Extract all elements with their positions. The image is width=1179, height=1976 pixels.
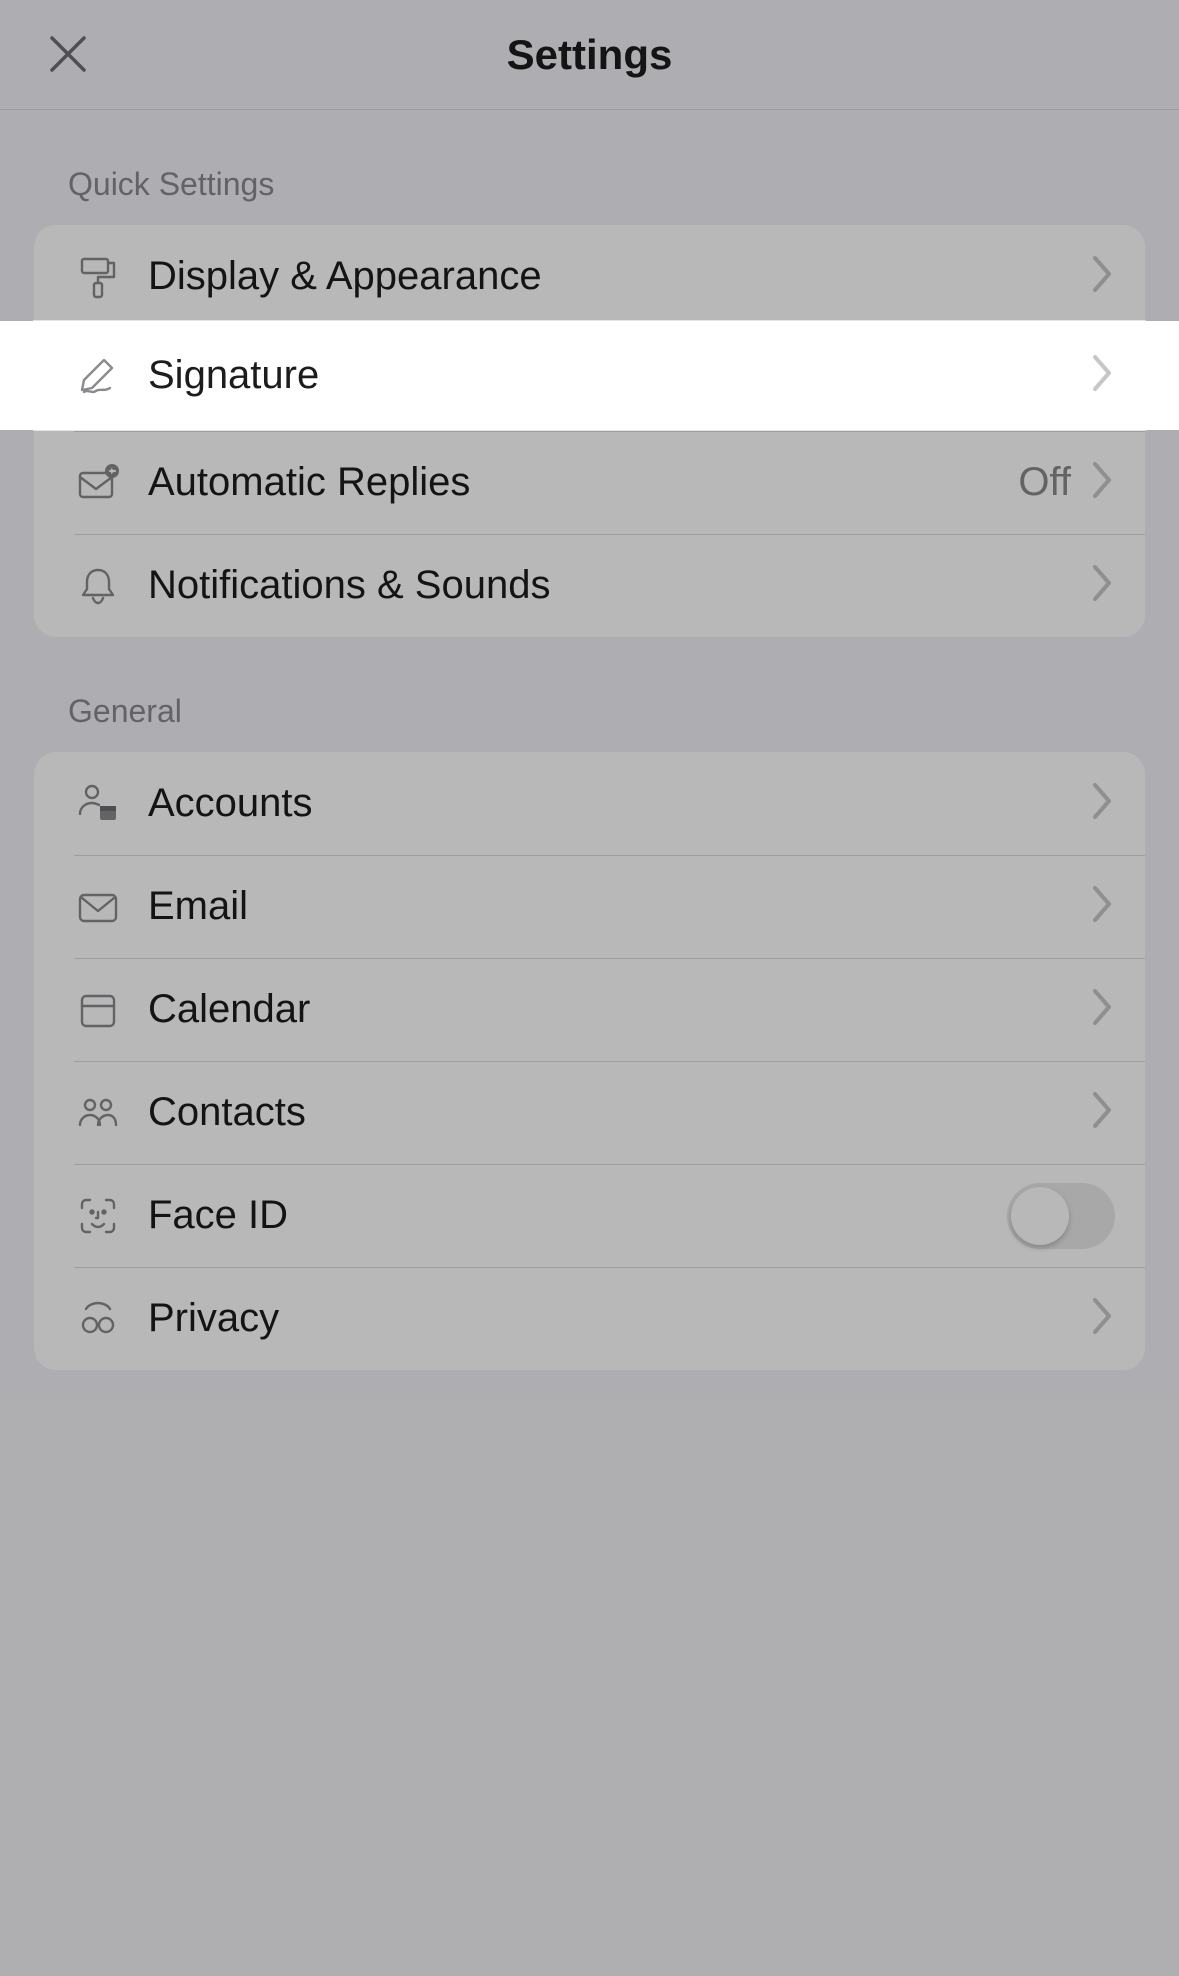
row-label: Calendar [134,987,1089,1032]
envelope-icon [74,883,134,931]
accounts-icon [74,780,134,828]
face-id-toggle[interactable] [1007,1183,1115,1249]
section-title-quick: Quick Settings [68,166,1145,203]
row-automatic-replies[interactable]: Automatic Replies Off [34,431,1145,534]
row-display-appearance[interactable]: Display & Appearance [34,225,1145,328]
chevron-right-icon [1089,563,1115,608]
auto-reply-icon [74,459,134,507]
row-accounts[interactable]: Accounts [34,752,1145,855]
row-contacts[interactable]: Contacts [34,1061,1145,1164]
row-calendar[interactable]: Calendar [34,958,1145,1061]
row-label: Face ID [134,1193,1007,1238]
close-icon [46,32,90,81]
contacts-icon [74,1089,134,1137]
chevron-right-icon [1089,1090,1115,1135]
row-signature-highlight-wrap: Signature [34,321,1145,430]
row-privacy[interactable]: Privacy [34,1267,1145,1370]
chevron-right-icon [1089,1296,1115,1341]
chevron-right-icon [1089,884,1115,929]
group-general: Accounts Email Calendar Contacts [34,752,1145,1370]
chevron-right-icon [1089,353,1115,398]
close-button[interactable] [40,28,96,84]
bell-icon [74,562,134,610]
calendar-icon [74,986,134,1034]
row-label: Privacy [134,1296,1089,1341]
chevron-right-icon [1089,460,1115,505]
row-label: Display & Appearance [134,254,1089,299]
row-signature[interactable]: Signature [34,321,1145,430]
row-face-id: Face ID [34,1164,1145,1267]
row-label: Notifications & Sounds [134,563,1089,608]
row-value: Off [1018,460,1071,505]
chevron-right-icon [1089,987,1115,1032]
row-label: Email [134,884,1089,929]
row-label: Signature [134,353,1089,398]
row-label: Contacts [134,1090,1089,1135]
face-id-icon [74,1192,134,1240]
toggle-knob [1011,1187,1069,1245]
row-notifications[interactable]: Notifications & Sounds [34,534,1145,637]
settings-header: Settings [0,0,1179,110]
privacy-icon [74,1295,134,1343]
page-title: Settings [507,31,673,79]
row-label: Accounts [134,781,1089,826]
row-label: Automatic Replies [134,460,1018,505]
group-quick-settings: Display & Appearance Automatic Replies O… [34,225,1145,637]
signature-icon [74,352,134,400]
section-title-general: General [68,693,1145,730]
paint-roller-icon [74,253,134,301]
chevron-right-icon [1089,781,1115,826]
chevron-right-icon [1089,254,1115,299]
row-email[interactable]: Email [34,855,1145,958]
